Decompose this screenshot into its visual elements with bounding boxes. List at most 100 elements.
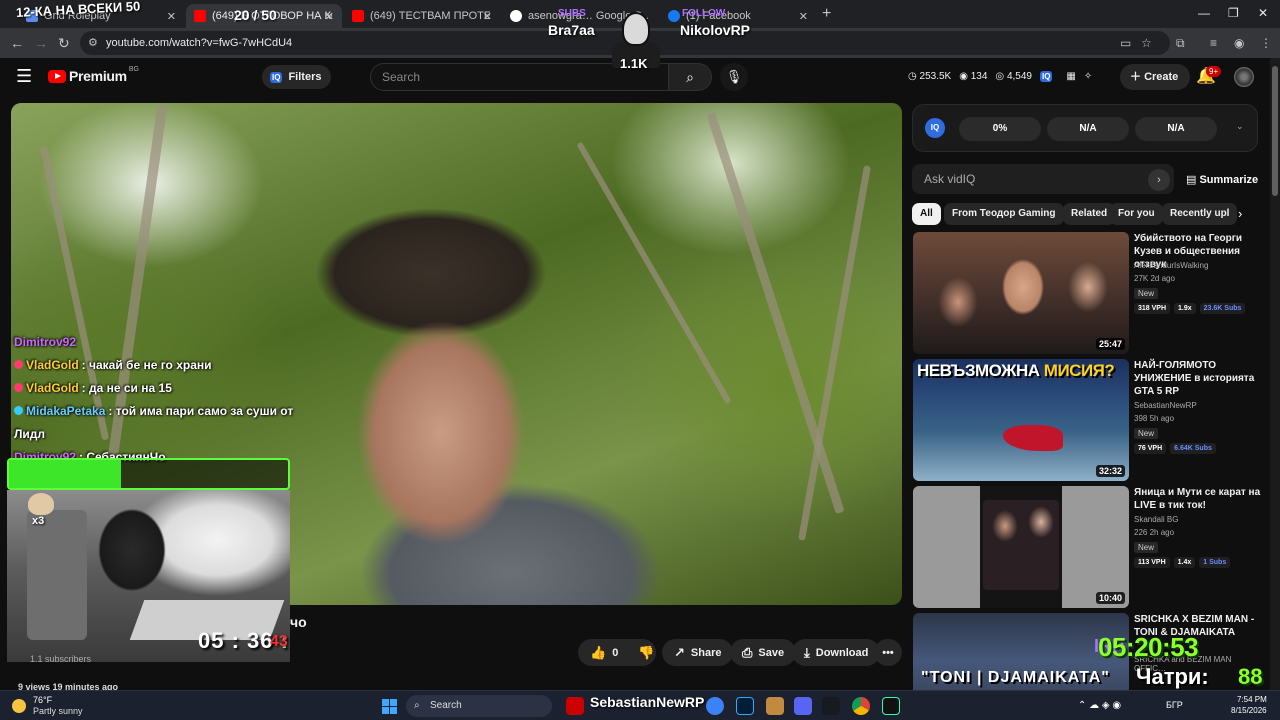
chip-related[interactable]: Related <box>1063 203 1116 225</box>
related-video[interactable]: НЕВЪЗМОЖНА МИСИЯ? 32:32 НАЙ-ГОЛЯМОТО УНИ… <box>913 359 1263 483</box>
system-tray-icons[interactable]: ⌃ ☁ ◈ ◉ <box>1078 700 1121 711</box>
youtube-premium-logo[interactable]: Premium BG <box>48 66 139 84</box>
reload-icon[interactable]: ↻ <box>58 35 70 52</box>
download-button[interactable]: ⤓ Download <box>792 639 881 666</box>
related-channel[interactable]: Skandali BG <box>1134 515 1178 524</box>
video-thumbnail[interactable]: 10:40 <box>913 486 1129 608</box>
forward-arrow-icon[interactable]: → <box>34 35 48 51</box>
vidiq-logo-icon: IQ <box>925 118 945 138</box>
logo-label: Premium <box>69 68 127 84</box>
tree-trunk <box>576 141 732 405</box>
chip-for-you[interactable]: For you <box>1110 203 1163 225</box>
steam-app-icon[interactable] <box>822 697 840 715</box>
ask-vidiq-input[interactable]: Ask vidIQ <box>912 164 1174 194</box>
extensions-icon[interactable]: ⧉ <box>1176 36 1185 51</box>
photoshop-app-icon[interactable] <box>736 697 754 715</box>
related-video[interactable]: 10:40 Яница и Мути се карат на LIVE в ти… <box>913 486 1263 610</box>
related-title[interactable]: НАЙ-ГОЛЯМОТО УНИЖЕНИЕ в историята GTA 5 … <box>1134 359 1262 398</box>
youtube-favicon-icon <box>352 10 364 22</box>
like-icon[interactable]: 👍 <box>590 645 606 661</box>
search-button[interactable]: ⌕ <box>668 63 712 91</box>
video-title: чо <box>290 614 307 630</box>
overlay-latest-sub: Bra7aa <box>548 22 595 38</box>
download-icon: ⤓ <box>804 644 810 660</box>
related-meta: 398 5h ago <box>1134 414 1175 423</box>
youtube-play-icon <box>48 69 66 83</box>
related-video[interactable]: "TONI | DJAMAIKATA" SRICHKA X BEZIM MAN … <box>913 613 1263 690</box>
video-thumbnail[interactable]: НЕВЪЗМОЖНА МИСИЯ? 32:32 <box>913 359 1129 481</box>
hamburger-menu-icon[interactable]: ☰ <box>16 66 32 87</box>
tab-youtube-2[interactable]: (649) ТЕСТВАМ ПРОТЕЙНОВИ ✕ <box>344 4 500 28</box>
duration-badge: 32:32 <box>1095 465 1125 477</box>
chart-icon[interactable]: ▦ <box>1066 71 1075 82</box>
stat-watching: ◎ 4,549 <box>995 71 1032 82</box>
youtube-app-icon[interactable] <box>566 697 584 715</box>
share-button[interactable]: ↗ Share <box>662 639 734 666</box>
chip-from-channel[interactable]: From Теодор Gaming <box>944 203 1064 225</box>
more-menu-icon[interactable]: ⋮ <box>1260 36 1272 50</box>
taskbar-search-input[interactable]: ⌕ Search <box>406 695 552 717</box>
vidiq-score: 0% <box>959 117 1041 141</box>
overlay-follow-tag: FOLLOW <box>682 8 726 19</box>
voice-search-button[interactable]: 🎙 <box>720 63 748 91</box>
url-text: youtube.com/watch?v=fwG-7wHCdU4 <box>106 37 293 49</box>
chat-line: Лидл <box>14 426 46 441</box>
vidiq-icon[interactable]: IQ <box>1039 71 1053 82</box>
new-badge: New <box>1134 288 1159 299</box>
page-scrollbar[interactable] <box>1270 58 1280 690</box>
close-tab-icon[interactable]: ✕ <box>167 10 176 23</box>
site-info-icon[interactable]: ⚙ <box>88 31 98 55</box>
reading-list-icon[interactable]: ≡ <box>1210 36 1217 50</box>
create-button[interactable]: ＋ Create <box>1120 64 1191 90</box>
maximize-icon[interactable]: ❐ <box>1228 6 1239 20</box>
chrome-app-icon[interactable] <box>852 697 870 715</box>
notification-count-badge: 9+ <box>1206 66 1222 77</box>
save-button[interactable]: ⎙ Save <box>730 639 797 666</box>
cast-icon[interactable]: ▭ <box>1120 36 1131 50</box>
app-icon[interactable] <box>794 697 812 715</box>
chat-line: VladGold: чакай бе не го храни <box>14 353 334 376</box>
profile-icon[interactable]: ◉ <box>1234 36 1244 50</box>
app-icon[interactable] <box>882 697 900 715</box>
stream-chat-overlay: Dimitrov92 VladGold: чакай бе не го хран… <box>14 330 334 468</box>
taskbar-clock-time[interactable]: 7:54 PM <box>1237 695 1267 704</box>
stream-timer-seconds: 43 <box>270 633 288 650</box>
boat-shape <box>1003 425 1063 451</box>
taskbar-clock-date[interactable]: 8/15/2026 <box>1231 706 1267 715</box>
trophy-icon[interactable]: ✧ <box>1084 71 1092 82</box>
windows-start-icon[interactable] <box>382 699 397 714</box>
chip-recently-uploaded[interactable]: Recently upl <box>1162 203 1238 225</box>
minimize-icon[interactable]: — <box>1198 6 1210 20</box>
related-title[interactable]: Яница и Мути се карат на LIVE в тик ток! <box>1134 486 1262 512</box>
related-channel[interactable]: SebastianNewRP <box>1134 401 1197 410</box>
summarize-button[interactable]: ▤ Summarize <box>1186 173 1258 186</box>
close-window-icon[interactable]: ✕ <box>1258 6 1268 20</box>
related-channel[interactable]: AleksandurIsWalking <box>1134 261 1208 270</box>
edge-app-icon[interactable] <box>706 697 724 715</box>
new-tab-button[interactable]: + <box>822 5 831 23</box>
video-thumbnail[interactable]: 25:47 <box>913 232 1129 354</box>
dislike-icon[interactable]: 👎 <box>638 645 654 661</box>
vidiq-metric: N/A <box>1047 117 1129 141</box>
close-tab-icon[interactable]: ✕ <box>483 10 492 23</box>
overlay-day-value: 88 <box>1238 664 1263 689</box>
new-badge: New <box>1134 542 1159 553</box>
close-tab-icon[interactable]: ✕ <box>325 10 334 23</box>
ask-submit-button[interactable]: › <box>1148 169 1170 191</box>
tree-trunk <box>706 111 845 515</box>
bookmark-star-icon[interactable]: ☆ <box>1141 36 1152 50</box>
scrollbar-thumb[interactable] <box>1272 66 1278 196</box>
more-actions-button[interactable]: ••• <box>874 639 902 666</box>
avatar[interactable] <box>1234 67 1254 87</box>
chevron-right-icon[interactable]: › <box>1238 206 1242 221</box>
close-tab-icon[interactable]: ✕ <box>799 10 808 23</box>
back-arrow-icon[interactable]: ← <box>10 35 24 51</box>
chevron-down-icon[interactable]: ⌄ <box>1236 121 1244 132</box>
weather-sun-icon[interactable] <box>12 699 26 713</box>
app-icon[interactable] <box>766 697 784 715</box>
chip-all[interactable]: All <box>912 203 941 225</box>
language-indicator[interactable]: БГР <box>1166 700 1183 710</box>
subscriber-count: 1.1 subscribers <box>30 654 92 664</box>
vidiq-filters-button[interactable]: IQ Filters <box>262 65 332 89</box>
related-video[interactable]: 25:47 Убийството на Георги Кузев и общес… <box>913 232 1263 356</box>
